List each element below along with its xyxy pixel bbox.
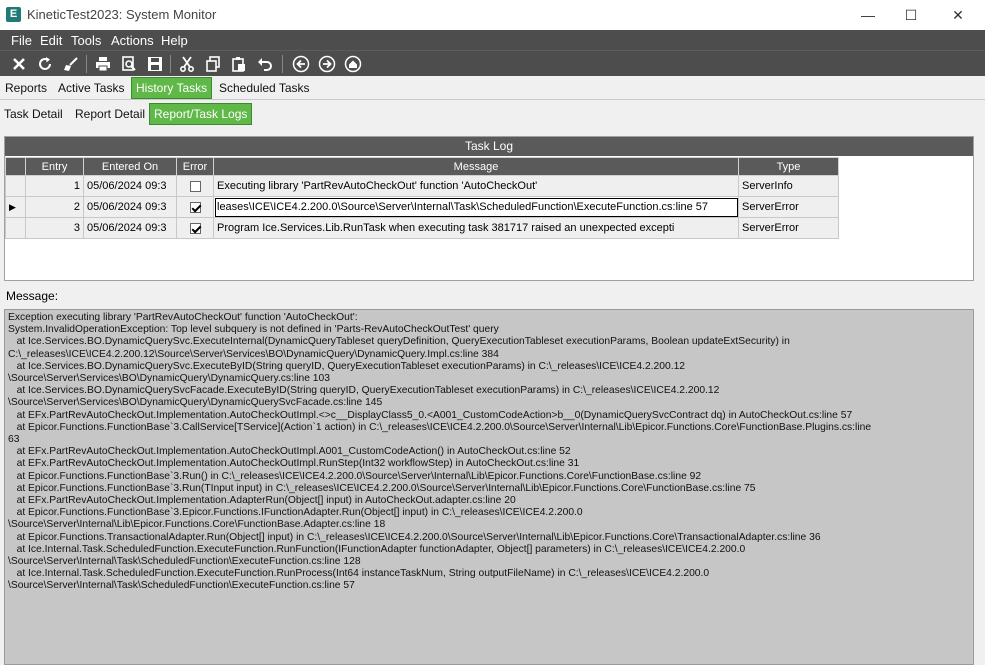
tab-scheduled-tasks[interactable]: Scheduled Tasks bbox=[215, 77, 314, 99]
print-icon[interactable] bbox=[92, 53, 114, 75]
cell-entered-on[interactable]: 05/06/2024 09:3 bbox=[83, 196, 177, 218]
menu-edit[interactable]: Edit bbox=[40, 33, 62, 48]
menu-actions[interactable]: Actions bbox=[111, 33, 154, 48]
tab-task-detail[interactable]: Task Detail bbox=[0, 103, 67, 125]
error-checkbox[interactable] bbox=[189, 201, 201, 213]
window-title: KineticTest2023: System Monitor bbox=[27, 7, 217, 22]
home-icon[interactable] bbox=[342, 53, 364, 75]
toolbar-separator bbox=[170, 55, 171, 73]
copy-icon[interactable] bbox=[202, 53, 224, 75]
menu-help[interactable]: Help bbox=[161, 33, 188, 48]
table-row[interactable]: 3 05/06/2024 09:3 Program Ice.Services.L… bbox=[5, 217, 839, 239]
cell-entry[interactable]: 2 bbox=[25, 196, 84, 218]
paste-icon[interactable] bbox=[228, 53, 250, 75]
back-icon[interactable] bbox=[290, 53, 312, 75]
cell-error[interactable] bbox=[176, 175, 214, 197]
row-header-corner bbox=[5, 157, 26, 176]
error-checkbox[interactable] bbox=[189, 180, 201, 192]
row-selector[interactable] bbox=[5, 217, 26, 239]
tab-report-detail[interactable]: Report Detail bbox=[71, 103, 149, 125]
cell-type[interactable]: ServerInfo bbox=[738, 175, 839, 197]
column-header-error[interactable]: Error bbox=[176, 157, 214, 176]
error-checkbox[interactable] bbox=[189, 222, 201, 234]
toolbar-separator bbox=[282, 55, 283, 73]
message-label: Message: bbox=[6, 289, 59, 303]
table-row[interactable]: 1 05/06/2024 09:3 Executing library 'Par… bbox=[5, 175, 839, 197]
cell-error[interactable] bbox=[176, 217, 214, 239]
undo-icon[interactable] bbox=[254, 53, 276, 75]
toolbar bbox=[0, 50, 985, 76]
cell-type[interactable]: ServerError bbox=[738, 196, 839, 218]
maximize-button[interactable]: ☐ bbox=[888, 0, 934, 30]
row-selector[interactable]: ▶ bbox=[5, 196, 26, 218]
task-log-title: Task Log bbox=[5, 137, 973, 156]
menu-file[interactable]: File bbox=[11, 33, 32, 48]
save-icon[interactable] bbox=[144, 53, 166, 75]
menu-tools[interactable]: Tools bbox=[71, 33, 101, 48]
close-window-button[interactable]: ✕ bbox=[935, 0, 981, 30]
cell-error[interactable] bbox=[176, 196, 214, 218]
minimize-button[interactable]: — bbox=[845, 0, 891, 30]
column-header-entry[interactable]: Entry bbox=[25, 157, 84, 176]
cut-icon[interactable] bbox=[176, 53, 198, 75]
column-header-type[interactable]: Type bbox=[738, 157, 839, 176]
row-selector[interactable] bbox=[5, 175, 26, 197]
tab-history-tasks[interactable]: History Tasks bbox=[131, 77, 213, 99]
table-row[interactable]: ▶ 2 05/06/2024 09:3 leases\ICE\ICE4.2.20… bbox=[5, 196, 839, 218]
forward-icon[interactable] bbox=[316, 53, 338, 75]
message-textarea[interactable]: Exception executing library 'PartRevAuto… bbox=[4, 309, 974, 665]
app-icon: E bbox=[6, 7, 21, 22]
column-header-message[interactable]: Message bbox=[213, 157, 739, 176]
print-preview-icon[interactable] bbox=[118, 53, 140, 75]
cell-type[interactable]: ServerError bbox=[738, 217, 839, 239]
close-icon[interactable] bbox=[8, 53, 30, 75]
cell-message[interactable]: Executing library 'PartRevAutoCheckOut' … bbox=[213, 175, 739, 197]
tab-reports[interactable]: Reports bbox=[1, 77, 51, 99]
tab-active-tasks[interactable]: Active Tasks bbox=[54, 77, 128, 99]
toolbar-separator bbox=[86, 55, 87, 73]
task-log-grid: Entry Entered On Error Message Type 1 05… bbox=[5, 157, 839, 239]
tab-report-task-logs[interactable]: Report/Task Logs bbox=[149, 103, 253, 125]
menu-bar: File Edit Tools Actions Help bbox=[0, 30, 985, 50]
cell-entry[interactable]: 1 bbox=[25, 175, 84, 197]
current-row-icon: ▶ bbox=[9, 202, 16, 212]
cell-message[interactable]: Program Ice.Services.Lib.RunTask when ex… bbox=[213, 217, 739, 239]
task-log-panel: Task Log Entry Entered On Error Message … bbox=[4, 136, 974, 281]
cell-message[interactable]: leases\ICE\ICE4.2.200.0\Source\Server\In… bbox=[213, 196, 739, 218]
cell-entered-on[interactable]: 05/06/2024 09:3 bbox=[83, 217, 177, 239]
main-tab-strip: Reports Active Tasks History Tasks Sched… bbox=[0, 76, 985, 100]
cell-entered-on[interactable]: 05/06/2024 09:3 bbox=[83, 175, 177, 197]
title-bar: E KineticTest2023: System Monitor — ☐ ✕ bbox=[0, 0, 985, 30]
sub-tab-strip: Task Detail Report Detail Report/Task Lo… bbox=[0, 102, 985, 126]
cell-entry[interactable]: 3 bbox=[25, 217, 84, 239]
window-edge bbox=[977, 290, 985, 665]
clear-icon[interactable] bbox=[60, 53, 82, 75]
refresh-icon[interactable] bbox=[34, 53, 56, 75]
column-header-entered-on[interactable]: Entered On bbox=[83, 157, 177, 176]
